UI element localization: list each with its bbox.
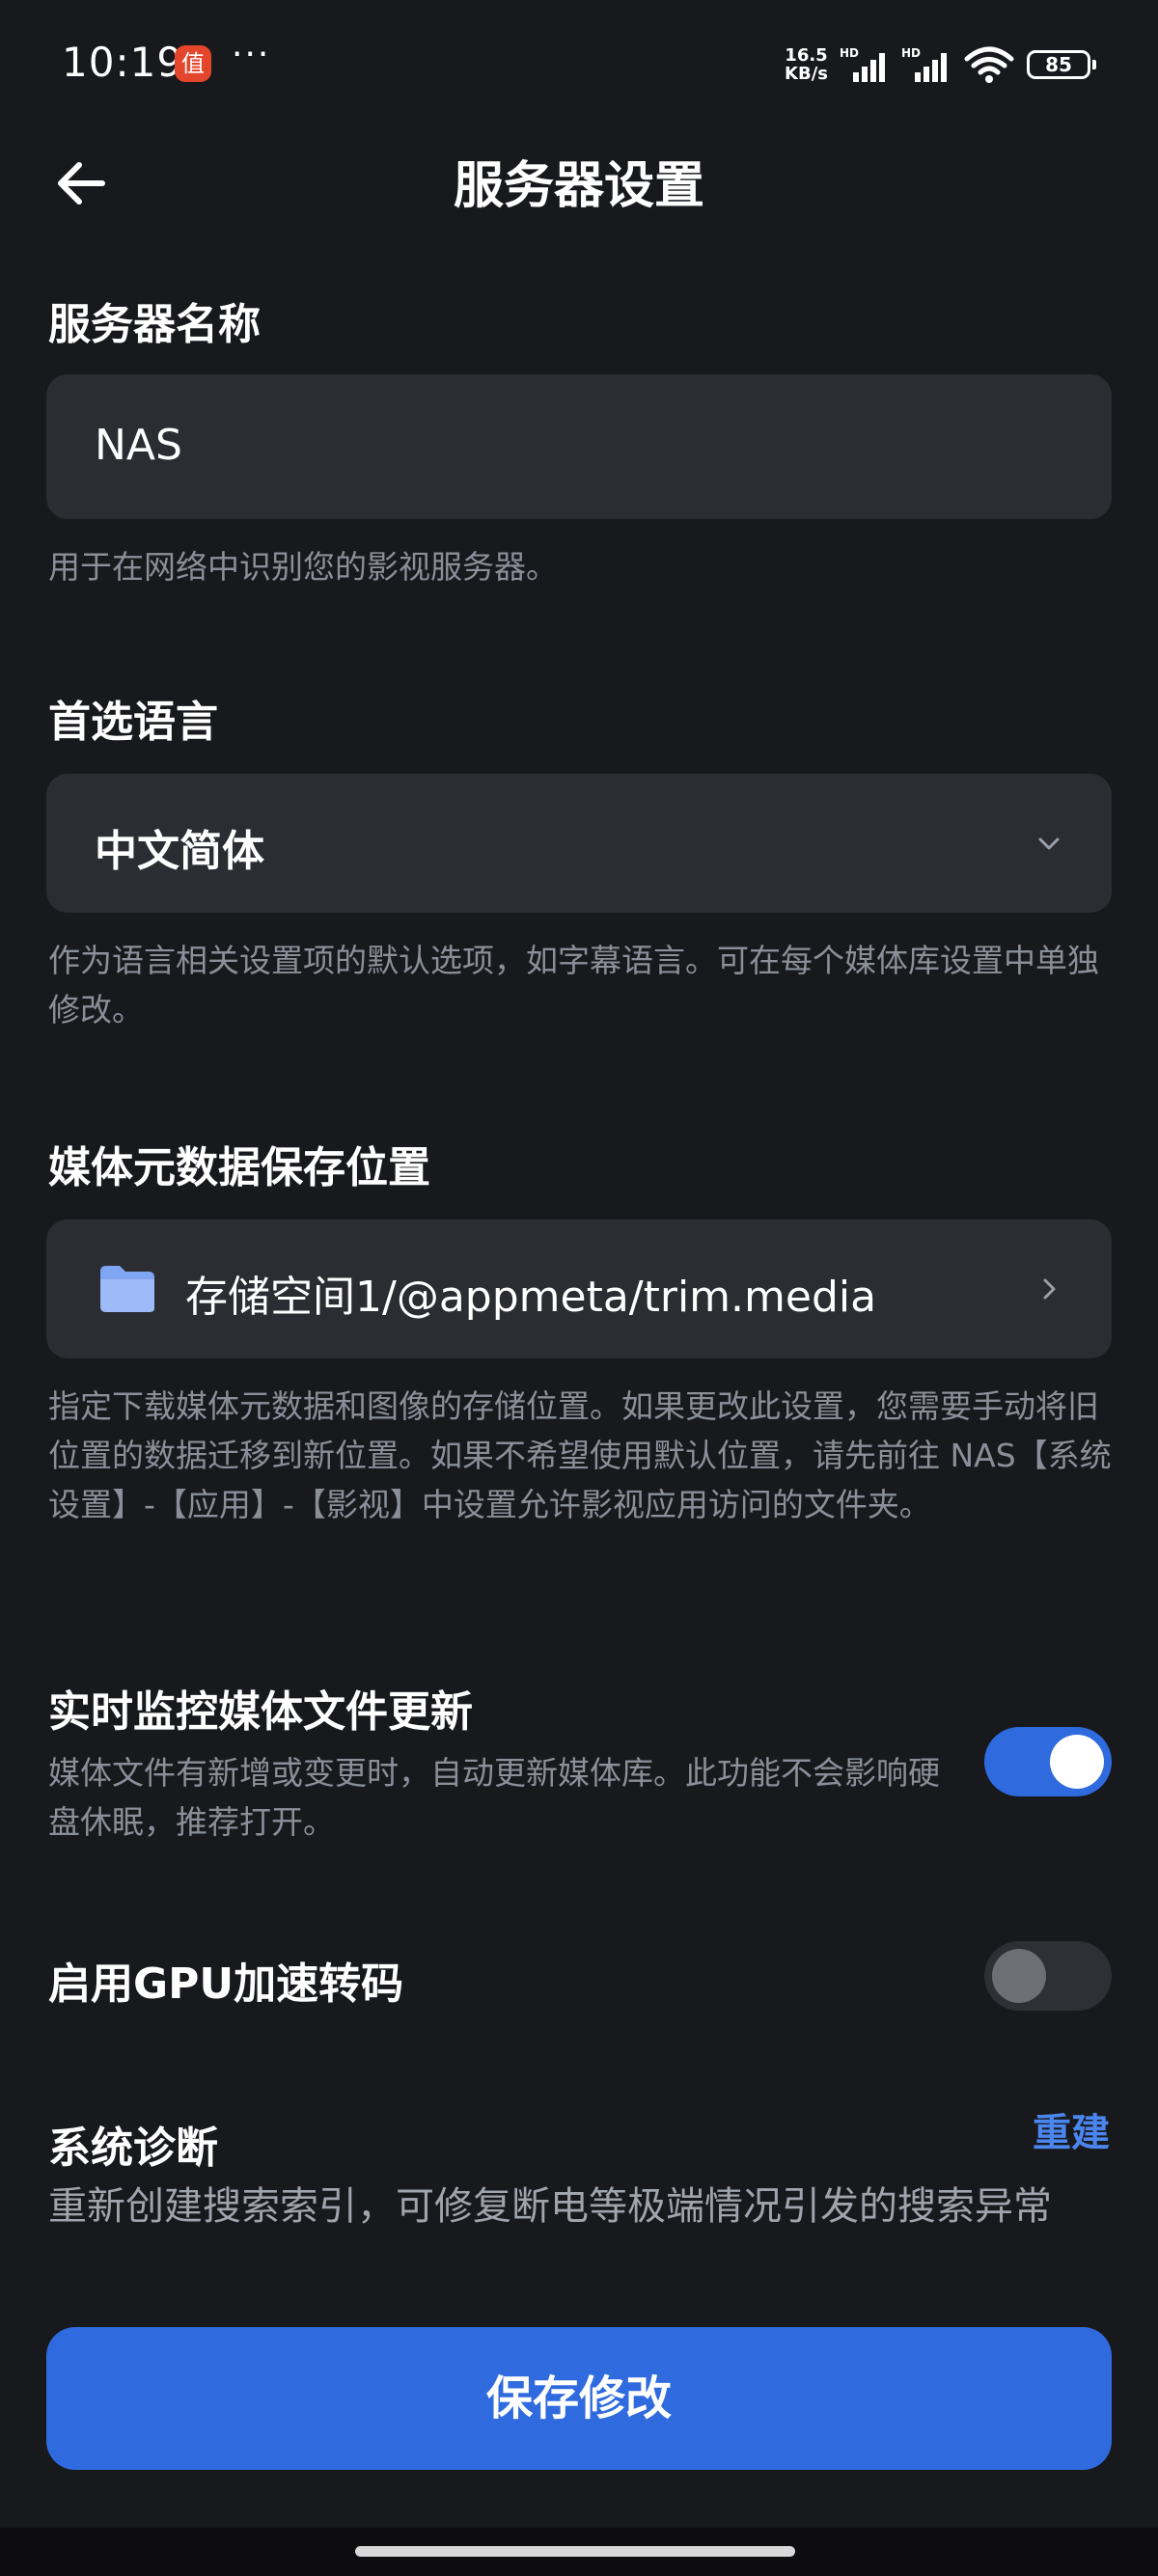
toggle-knob [992, 1949, 1046, 2003]
more-notifications-icon: ··· [232, 35, 271, 74]
rebuild-button[interactable]: 重建 [1033, 2101, 1110, 2157]
diagnostics-help-container: 重新创建搜索索引，可修复断电等极端情况引发的搜索异常 [48, 2180, 1119, 2269]
server-name-value: NAS [95, 421, 182, 470]
hd-1-label: HD [840, 46, 859, 60]
signal-1-icon: HD [840, 46, 885, 82]
signal-2-icon: HD [901, 46, 947, 82]
network-speed-unit: KB/s [785, 64, 828, 84]
status-time: 10:19 [62, 39, 184, 86]
hd-2-label: HD [901, 46, 921, 60]
status-bar: 10:19 值 ··· 16.5 KB/s HD HD 85 [0, 0, 1158, 135]
battery-indicator: 85 [1027, 50, 1096, 79]
realtime-monitor-label: 实时监控媒体文件更新 [48, 1687, 473, 1737]
back-button[interactable] [50, 152, 112, 214]
folder-icon [100, 1266, 154, 1312]
realtime-monitor-toggle[interactable] [984, 1727, 1112, 1796]
diagnostics-label: 系统诊断 [48, 2124, 218, 2173]
language-value: 中文简体 [95, 827, 264, 876]
metadata-location-help: 指定下载媒体元数据和图像的存储位置。如果更改此设置，您需要手动将旧位置的数据迁移… [48, 1387, 1112, 1523]
metadata-location-path: 存储空间1/@appmeta/trim.media [185, 1273, 877, 1322]
gpu-transcode-label: 启用GPU加速转码 [48, 1959, 404, 2009]
diagnostics-help: 重新创建搜索索引，可修复断电等极端情况引发的搜索异常 [48, 2184, 1052, 2229]
gpu-transcode-toggle[interactable] [984, 1941, 1112, 2011]
page-title: 服务器设置 [453, 157, 704, 215]
server-name-input[interactable]: NAS [46, 374, 1112, 519]
chevron-right-icon [1043, 1278, 1056, 1300]
network-speed-value: 16.5 [785, 45, 828, 66]
network-speed: 16.5 KB/s [785, 46, 828, 83]
wifi-icon [964, 46, 1014, 83]
server-name-help: 用于在网络中识别您的影视服务器。 [48, 548, 558, 586]
language-select[interactable]: 中文简体 [46, 774, 1112, 913]
realtime-monitor-help: 媒体文件有新增或变更时，自动更新媒体库。此功能不会影响硬盘休眠，推荐打开。 [48, 1754, 940, 1841]
chevron-down-icon [1038, 837, 1060, 850]
toggle-knob [1050, 1735, 1104, 1789]
language-label: 首选语言 [48, 698, 218, 747]
back-arrow-icon [58, 162, 105, 205]
status-indicators: 16.5 KB/s HD HD 85 [785, 42, 1096, 87]
metadata-location-label: 媒体元数据保存位置 [48, 1143, 430, 1192]
home-indicator[interactable] [355, 2546, 795, 2557]
notification-app-icon: 值 [175, 45, 211, 82]
server-name-label: 服务器名称 [48, 300, 261, 349]
language-help: 作为语言相关设置项的默认选项，如字幕语言。可在每个媒体库设置中单独修改。 [48, 942, 1099, 1028]
metadata-location-picker[interactable]: 存储空间1/@appmeta/trim.media [46, 1219, 1112, 1358]
save-button[interactable]: 保存修改 [46, 2327, 1112, 2470]
